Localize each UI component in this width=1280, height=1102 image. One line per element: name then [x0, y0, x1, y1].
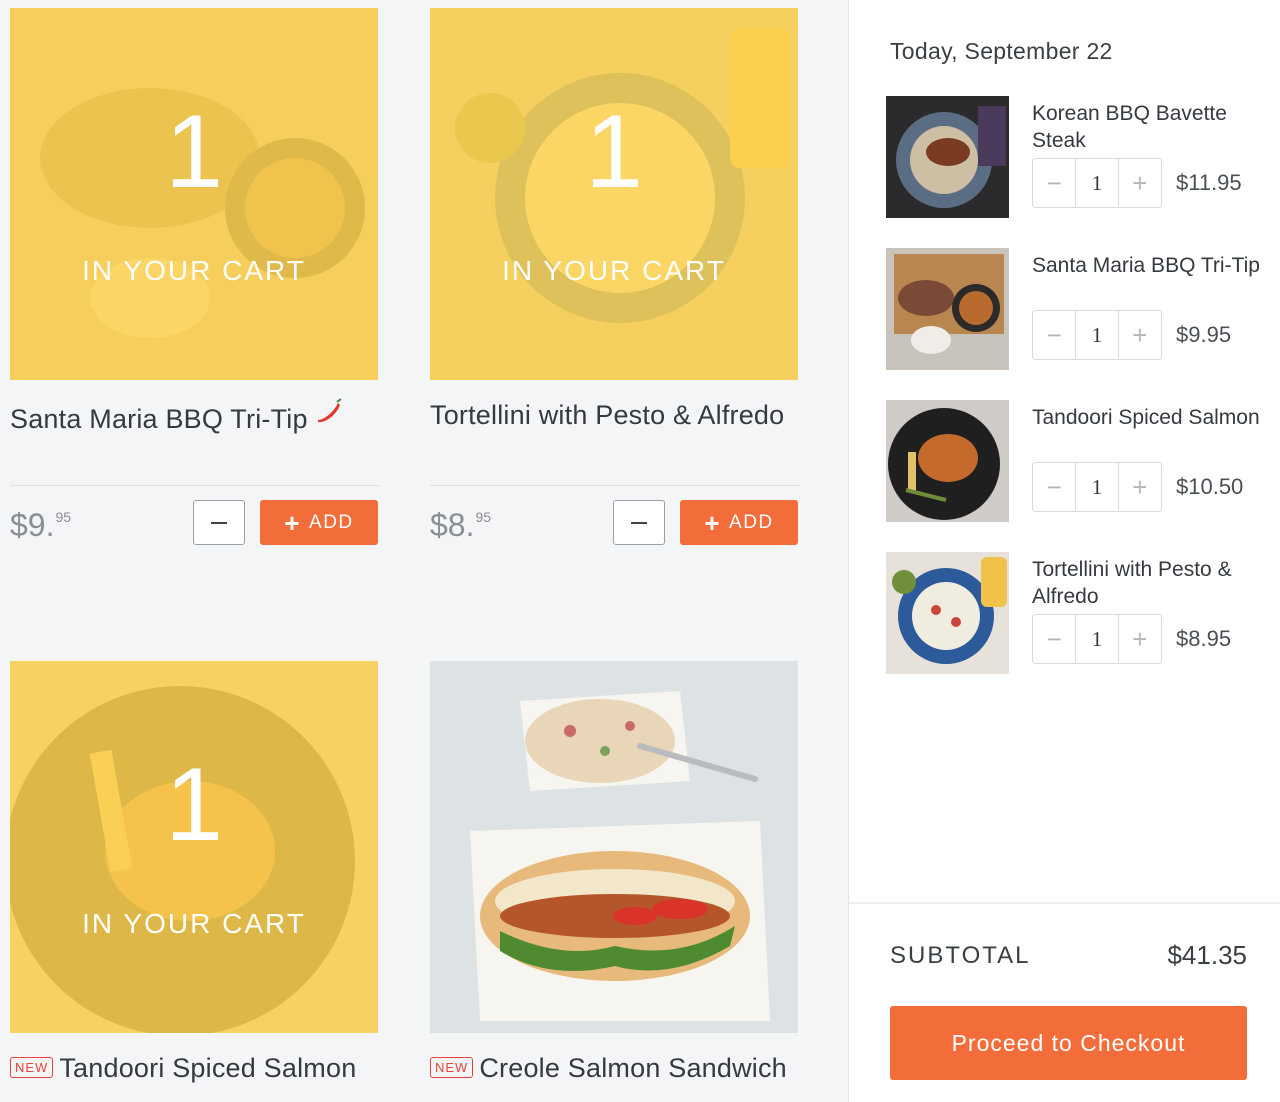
- chili-pepper-icon: [314, 398, 342, 432]
- menu-card: 1 IN YOUR CART Tortellini with Pesto & A…: [430, 8, 800, 559]
- cart-item: Santa Maria BBQ Tri-Tip − 1 + $9.95: [886, 248, 1266, 370]
- in-cart-quantity: 1: [165, 94, 223, 210]
- quantity-value[interactable]: 1: [1075, 463, 1119, 511]
- meal-photo[interactable]: 1 IN YOUR CART: [10, 8, 378, 380]
- quantity-value[interactable]: 1: [1075, 615, 1119, 663]
- delivery-date: Today, September 22: [890, 38, 1113, 64]
- add-button[interactable]: + ADD: [680, 500, 798, 545]
- buy-row: $8.95 + ADD: [430, 499, 800, 559]
- in-cart-label: IN YOUR CART: [82, 908, 306, 939]
- price-dollars: $8.: [430, 507, 475, 543]
- in-cart-quantity: 1: [585, 94, 643, 210]
- quantity-stepper: − 1 +: [1032, 614, 1162, 664]
- cart-item-thumbnail: [886, 96, 1009, 218]
- in-cart-label: IN YOUR CART: [502, 255, 726, 286]
- cart-item: Korean BBQ Bavette Steak − 1 + $11.95: [886, 96, 1266, 218]
- buy-row: $9.95 + ADD: [10, 499, 380, 559]
- increase-quantity-button[interactable]: +: [1119, 463, 1161, 511]
- cart-footer: SUBTOTAL $41.35 Proceed to Checkout: [849, 902, 1280, 1102]
- add-button-label: ADD: [729, 511, 774, 533]
- cart-item-price: $8.95: [1176, 626, 1232, 651]
- plus-icon: +: [284, 507, 302, 538]
- cart-item: Tandoori Spiced Salmon − 1 + $10.50: [886, 400, 1266, 522]
- in-cart-overlay: 1 IN YOUR CART: [430, 8, 798, 380]
- new-badge: NEW: [10, 1057, 54, 1078]
- creole-salmon-sandwich-photo: [430, 661, 798, 1033]
- checkout-button[interactable]: Proceed to Checkout: [890, 1006, 1247, 1080]
- meal-title-text: Tandoori Spiced Salmon: [59, 1053, 357, 1083]
- meal-photo[interactable]: 1 IN YOUR CART: [10, 661, 378, 1033]
- cart-item-price: $11.95: [1176, 170, 1242, 195]
- meal-title[interactable]: NEW Creole Salmon Sandwich: [430, 1051, 800, 1102]
- add-button-label: ADD: [309, 511, 354, 533]
- quantity-stepper: − 1 +: [1032, 462, 1162, 512]
- decrease-button[interactable]: [193, 500, 245, 545]
- cart-item-thumbnail: [886, 552, 1009, 674]
- price-cents: 95: [475, 509, 492, 525]
- new-badge: NEW: [430, 1057, 474, 1078]
- decrease-quantity-button[interactable]: −: [1033, 159, 1075, 207]
- subtotal-value: $41.35: [1167, 940, 1247, 970]
- cart-item-name: Tandoori Spiced Salmon: [1032, 406, 1260, 429]
- in-cart-quantity: 1: [165, 747, 223, 863]
- minus-icon: [631, 521, 647, 524]
- price-dollars: $9.: [10, 507, 55, 543]
- menu-card: NEW Creole Salmon Sandwich: [430, 661, 800, 1102]
- meal-title[interactable]: Tortellini with Pesto & Alfredo: [430, 398, 800, 468]
- subtotal-label: SUBTOTAL: [890, 942, 1031, 969]
- meal-title[interactable]: Santa Maria BBQ Tri-Tip: [10, 398, 380, 468]
- meal-title[interactable]: NEW Tandoori Spiced Salmon: [10, 1051, 380, 1102]
- cart-item-thumbnail: [886, 248, 1009, 370]
- increase-quantity-button[interactable]: +: [1119, 159, 1161, 207]
- cart-item: Tortellini with Pesto & Alfredo − 1 + $8…: [886, 552, 1266, 674]
- quantity-stepper: − 1 +: [1032, 310, 1162, 360]
- meal-title-text: Santa Maria BBQ Tri-Tip: [10, 404, 308, 434]
- meal-price: $9.95: [10, 507, 71, 544]
- price-cents: 95: [55, 509, 72, 525]
- plus-icon: +: [704, 507, 722, 538]
- cart-item-name: Korean BBQ Bavette Steak: [1032, 102, 1227, 152]
- decrease-button[interactable]: [613, 500, 665, 545]
- in-cart-overlay: 1 IN YOUR CART: [10, 661, 378, 1033]
- cart-item-price: $10.50: [1176, 474, 1244, 499]
- in-cart-label: IN YOUR CART: [82, 255, 306, 286]
- decrease-quantity-button[interactable]: −: [1033, 615, 1075, 663]
- add-button[interactable]: + ADD: [260, 500, 378, 545]
- quantity-value[interactable]: 1: [1075, 311, 1119, 359]
- cart-item-name: Tortellini with Pesto & Alfredo: [1032, 558, 1232, 608]
- meal-price: $8.95: [430, 507, 491, 544]
- in-cart-overlay: 1 IN YOUR CART: [10, 8, 378, 380]
- menu-card: 1 IN YOUR CART NEW Tandoori Spiced Salmon: [10, 661, 380, 1102]
- decrease-quantity-button[interactable]: −: [1033, 311, 1075, 359]
- cart-item-price: $9.95: [1176, 322, 1232, 347]
- meal-photo[interactable]: 1 IN YOUR CART: [430, 8, 798, 380]
- quantity-value[interactable]: 1: [1075, 159, 1119, 207]
- cart-panel: Today, September 22 Korean BBQ Bavette S…: [848, 0, 1280, 1102]
- divider: [10, 485, 380, 486]
- increase-quantity-button[interactable]: +: [1119, 311, 1161, 359]
- meal-title-text: Creole Salmon Sandwich: [479, 1053, 787, 1083]
- menu-card: 1 IN YOUR CART Santa Maria BBQ Tri-Tip $…: [10, 8, 380, 559]
- divider: [430, 485, 800, 486]
- meal-photo[interactable]: [430, 661, 798, 1033]
- quantity-stepper: − 1 +: [1032, 158, 1162, 208]
- cart-item-name: Santa Maria BBQ Tri-Tip: [1032, 254, 1260, 277]
- cart-item-thumbnail: [886, 400, 1009, 522]
- menu-grid: 1 IN YOUR CART Santa Maria BBQ Tri-Tip $…: [0, 0, 848, 1102]
- increase-quantity-button[interactable]: +: [1119, 615, 1161, 663]
- minus-icon: [211, 521, 227, 524]
- decrease-quantity-button[interactable]: −: [1033, 463, 1075, 511]
